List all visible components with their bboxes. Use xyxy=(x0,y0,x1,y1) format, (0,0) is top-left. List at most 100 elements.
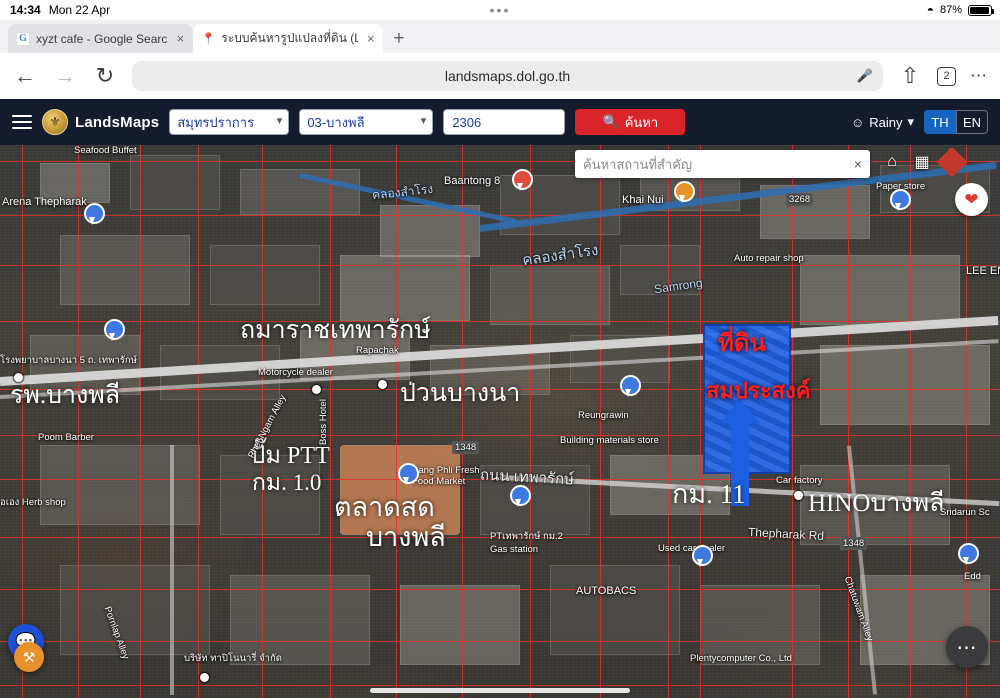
map-pin[interactable] xyxy=(890,189,911,211)
hamburger-menu-icon[interactable] xyxy=(12,115,32,129)
map-pin[interactable] xyxy=(104,319,125,341)
map-pin[interactable] xyxy=(398,463,419,485)
status-bar-right: ◓ 87% xyxy=(926,3,994,17)
poi-plentycomputer: Plentycomputer Co., Ltd xyxy=(690,653,792,664)
forward-button[interactable]: → xyxy=(52,63,78,89)
lang-en-button[interactable]: EN xyxy=(956,110,988,134)
status-date: Mon 22 Apr xyxy=(48,3,111,17)
brand: ⚜ LandsMaps xyxy=(42,109,159,135)
poi-building-materials: Building materials store xyxy=(560,435,659,446)
handwritten-bangphli: บางพลี xyxy=(366,522,446,552)
new-tab-button[interactable]: + xyxy=(393,28,404,50)
poi-rapachak: Rapachak xyxy=(356,345,399,356)
browser-tab-bar: G xyzt cafe - Google Searc × 📍 ระบบค้นหา… xyxy=(0,20,1000,53)
satellite-imagery: ที่ดิน สมประสงค์ ถมาราชเทพารักษ์ รพ.บางพ… xyxy=(0,145,1000,698)
tab-count-button[interactable]: 2 xyxy=(937,66,956,86)
search-button[interactable]: 🔍 ค้นหา xyxy=(575,109,686,135)
poi-poom-barber: Poom Barber xyxy=(38,432,94,443)
handwritten-km11: กม. 11 xyxy=(672,479,746,509)
map-canvas[interactable]: ที่ดิน สมประสงค์ ถมาราชเทพารักษ์ รพ.บางพ… xyxy=(0,145,1000,698)
microphone-icon[interactable]: 🎤 xyxy=(857,68,873,84)
garuda-logo-icon: ⚜ xyxy=(42,109,68,135)
home-icon[interactable]: ⌂ xyxy=(880,150,904,174)
handwritten-km10: กม. 1.0 xyxy=(252,470,322,495)
tab-google-search[interactable]: G xyzt cafe - Google Searc × xyxy=(8,24,194,53)
reload-button[interactable]: ↻ xyxy=(92,63,118,89)
poi-arena-thepharak: Arena Thepharak xyxy=(2,196,87,208)
poi-motorcycle-dealer: Motorcycle dealer xyxy=(258,367,333,378)
poi-boss-hotel: Boss Hotel xyxy=(318,399,329,445)
poi-reungrawin: Reungrawin xyxy=(578,410,629,421)
tab-close-button[interactable]: × xyxy=(364,31,377,46)
browser-more-button[interactable]: ⋯ xyxy=(970,66,988,86)
heart-icon[interactable]: ❤ xyxy=(955,183,988,216)
poi-auto-repair: Auto repair shop xyxy=(734,253,804,264)
browser-window: 14:34 Mon 22 Apr ••• ◓ 87% G xyzt cafe -… xyxy=(0,0,1000,698)
map-dot-marker[interactable] xyxy=(378,380,387,389)
road-shield-2: 1348 xyxy=(840,537,868,550)
map-tools: ⌂ ▦ xyxy=(880,146,968,178)
address-bar[interactable]: landsmaps.dol.go.th 🎤 xyxy=(132,61,883,91)
province-select-wrap: สมุทรปราการ xyxy=(169,109,290,135)
poi-herb-shop: อเอง Herb shop xyxy=(0,497,66,508)
header-right: ☺ Rainy ▾ TH EN xyxy=(851,110,988,134)
map-pin[interactable] xyxy=(692,545,713,567)
parcel-number-input[interactable] xyxy=(443,109,566,135)
user-menu[interactable]: ☺ Rainy ▾ xyxy=(851,114,914,130)
map-pin[interactable] xyxy=(84,203,105,225)
map-dot-marker[interactable] xyxy=(312,385,321,394)
lang-th-button[interactable]: TH xyxy=(924,110,956,134)
parcel-label: ที่ดิน xyxy=(718,330,766,357)
wifi-icon: ◓ xyxy=(926,3,934,17)
poi-hospital-bangna-5: โรงพยาบาลบางนา 5 ถ. เทพารักษ์ xyxy=(0,355,137,366)
tab-label: xyzt cafe - Google Searc xyxy=(36,31,168,46)
back-button[interactable]: ← xyxy=(12,63,38,89)
tools-icon[interactable]: ⚒ xyxy=(14,642,44,672)
battery-percent: 87% xyxy=(939,4,962,16)
map-dot-marker[interactable] xyxy=(794,491,803,500)
map-pin[interactable] xyxy=(620,375,641,397)
handwritten-thepharak: ถมาราชเทพารักษ์ xyxy=(240,317,431,344)
district-select-wrap: 03-บางพลี xyxy=(299,109,434,135)
province-select[interactable]: สมุทรปราการ xyxy=(169,109,290,135)
map-search-placeholder: ค้นหาสถานที่สำคัญ xyxy=(583,156,693,172)
google-favicon: G xyxy=(16,31,30,46)
map-more-button[interactable]: ⋯ xyxy=(946,626,988,668)
battery-icon xyxy=(968,4,994,16)
share-icon[interactable]: ⇧ xyxy=(897,63,923,89)
status-bar-left: 14:34 Mon 22 Apr xyxy=(10,3,110,17)
road-shield-1: 1348 xyxy=(452,441,480,454)
url-text: landsmaps.dol.go.th xyxy=(444,68,571,84)
handwritten-hino: HINOบางพลี xyxy=(808,490,945,517)
poi-thai-garment: บริษัท ทาปิโนนารี่ จำกัด xyxy=(184,653,282,664)
handwritten-bangna: ป่วนบางนา xyxy=(400,380,521,407)
map-pin[interactable] xyxy=(674,181,695,203)
3d-layer-icon[interactable] xyxy=(936,146,968,178)
poi-car-factory: Car factory xyxy=(776,475,823,486)
grid-layers-icon[interactable]: ▦ xyxy=(910,150,934,174)
map-dot-marker[interactable] xyxy=(14,373,23,382)
user-name: Rainy xyxy=(869,114,903,130)
tab-close-button[interactable]: × xyxy=(173,31,187,46)
poi-lee-eng: LEE ENG xyxy=(966,265,1000,277)
map-pin[interactable] xyxy=(510,485,531,507)
status-center-dots: ••• xyxy=(489,2,511,18)
poi-autobacs: AUTOBACS xyxy=(576,585,637,597)
tab-landsmaps[interactable]: 📍 ระบบค้นหารูปแปลงที่ดิน (La × xyxy=(193,24,384,53)
map-pin[interactable] xyxy=(512,169,533,191)
poi-baantong: Baantong 8 xyxy=(444,175,501,187)
map-search-input[interactable]: ค้นหาสถานที่สำคัญ × xyxy=(575,150,870,178)
clear-icon[interactable]: × xyxy=(854,156,862,172)
map-pin[interactable] xyxy=(958,543,979,565)
poi-khai-nui: Khai Nui xyxy=(622,194,664,206)
brand-name: LandsMaps xyxy=(75,113,160,131)
district-select[interactable]: 03-บางพลี xyxy=(299,109,434,135)
user-icon: ☺ xyxy=(850,114,865,130)
poi-sridarun-school: Sridarun Sc xyxy=(940,507,990,518)
poi-seafood-buffet: Seafood Buffet xyxy=(74,145,137,156)
home-indicator xyxy=(370,688,630,693)
ios-status-bar: 14:34 Mon 22 Apr ••• ◓ 87% xyxy=(0,0,1000,20)
status-time: 14:34 xyxy=(10,3,41,17)
map-dot-marker[interactable] xyxy=(200,673,209,682)
parcel-sub-label: สมประสงค์ xyxy=(706,378,811,403)
